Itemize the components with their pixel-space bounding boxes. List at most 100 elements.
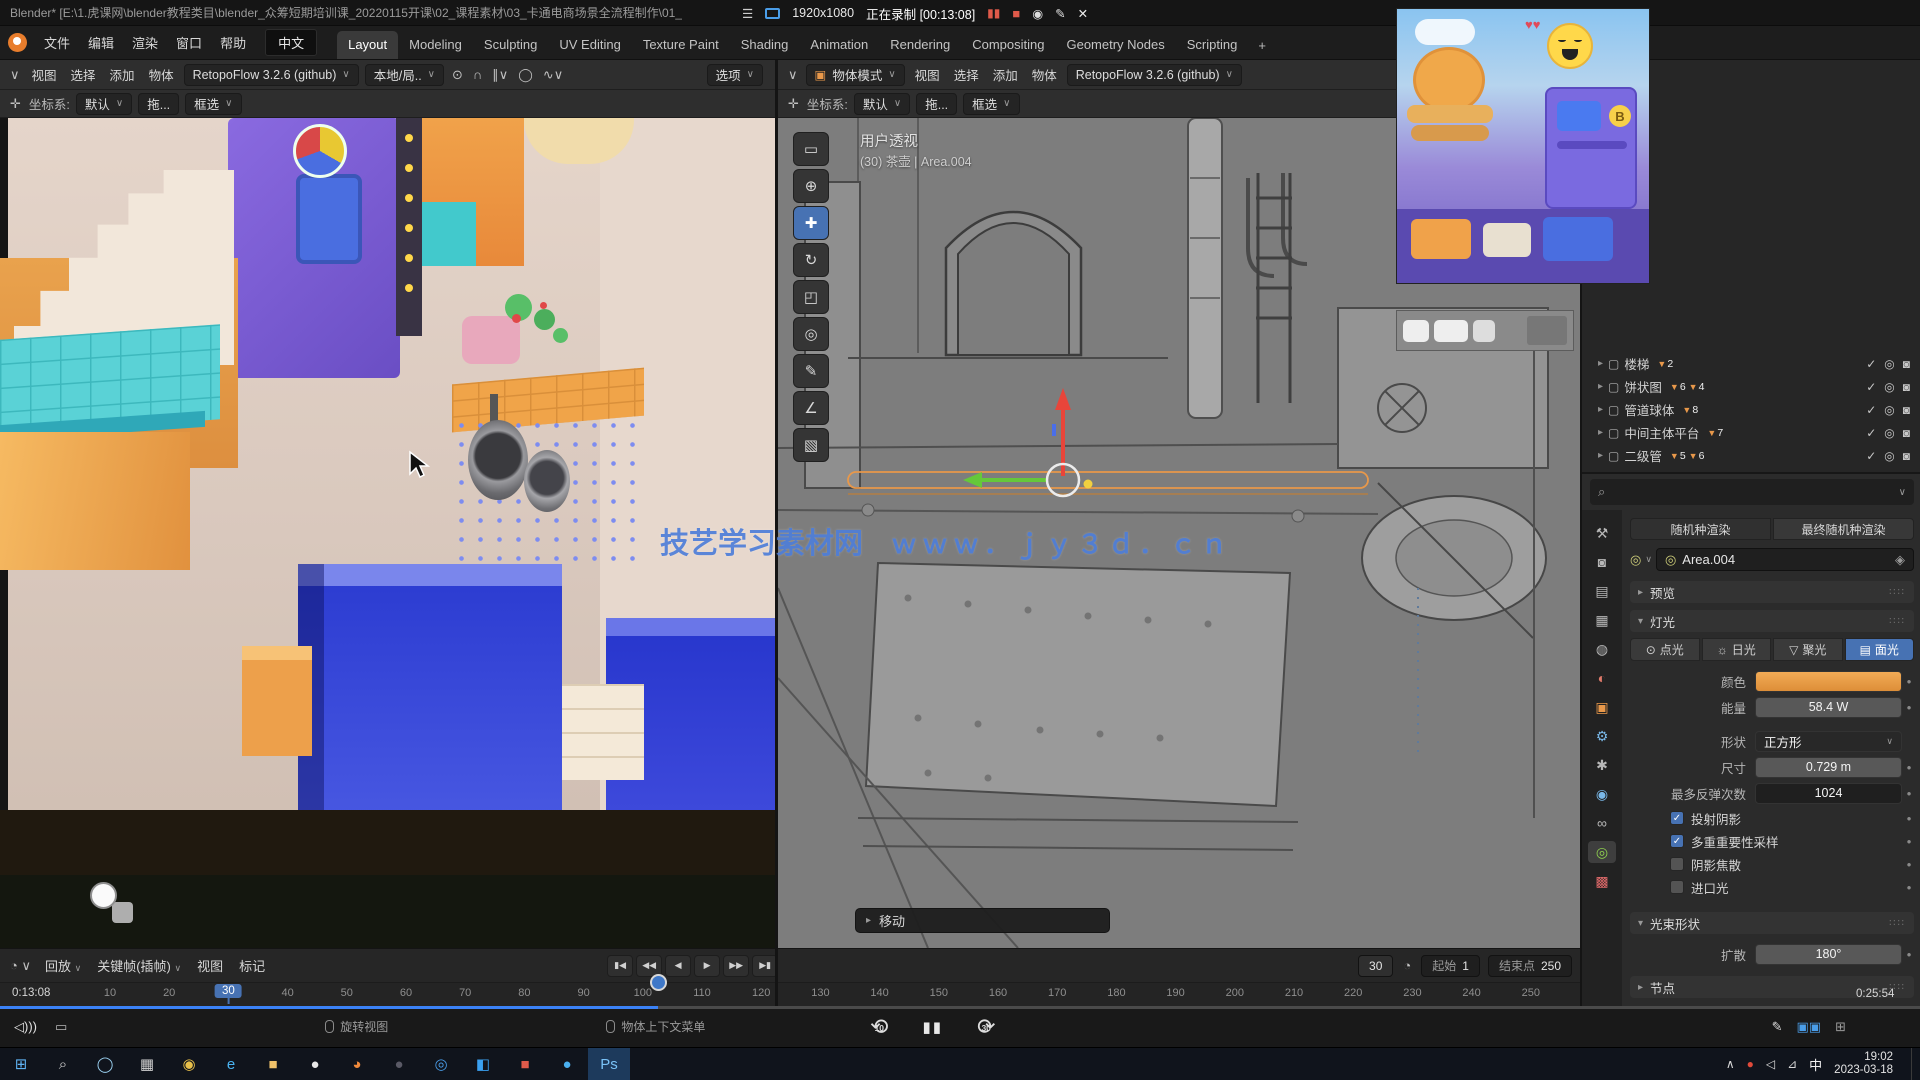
- ruler-tick[interactable]: 60: [400, 987, 412, 999]
- light-data-tab[interactable]: ◎: [1588, 841, 1616, 863]
- ime-indicator[interactable]: 中: [1809, 1055, 1822, 1074]
- eye-icon[interactable]: ◎: [1884, 403, 1894, 417]
- checkbox-icon[interactable]: ✓: [1866, 380, 1876, 394]
- play-button[interactable]: ▶: [694, 955, 720, 977]
- pause-recording-icon[interactable]: ▮▮: [987, 6, 1000, 20]
- tab-uv-editing[interactable]: UV Editing: [548, 31, 631, 59]
- add-menu[interactable]: 添加: [989, 65, 1022, 84]
- ruler-tick[interactable]: 150: [930, 987, 948, 999]
- outliner-item-label[interactable]: 中间主体平台: [1624, 423, 1699, 442]
- size-field[interactable]: 0.729 m: [1755, 757, 1902, 778]
- expand-icon[interactable]: ▸: [1598, 381, 1603, 392]
- eye-icon[interactable]: ◎: [1884, 380, 1894, 394]
- properties-search[interactable]: ⌕ ∨: [1590, 479, 1914, 505]
- ruler-tick[interactable]: 240: [1462, 987, 1480, 999]
- view-menu[interactable]: 视图: [28, 65, 61, 84]
- view-layer-tab[interactable]: ▦: [1588, 609, 1616, 631]
- ruler-tick[interactable]: 20: [163, 987, 175, 999]
- ruler-tick[interactable]: 130: [811, 987, 829, 999]
- comment-icon[interactable]: ▭: [55, 1019, 67, 1035]
- camera-icon[interactable]: ◙: [1903, 357, 1910, 371]
- ruler-tick[interactable]: 40: [281, 987, 293, 999]
- outliner-row[interactable]: ▸▢ 中间主体平台 ▼7 ✓◎◙: [1582, 421, 1920, 444]
- light-icon[interactable]: ◎: [1630, 552, 1641, 568]
- tab-animation[interactable]: Animation: [799, 31, 879, 59]
- final-seed-render-button[interactable]: 最终随机种渲染: [1773, 518, 1914, 540]
- tab-texture-paint[interactable]: Texture Paint: [632, 31, 730, 59]
- language-button[interactable]: 中文: [265, 29, 317, 56]
- move-tool[interactable]: ✚: [793, 206, 829, 240]
- browser-icon[interactable]: ◎: [420, 1048, 462, 1080]
- ruler-tick[interactable]: 210: [1285, 987, 1303, 999]
- stop-recording-icon[interactable]: ■: [1012, 6, 1020, 21]
- eye-icon[interactable]: ◎: [1884, 426, 1894, 440]
- ruler-tick[interactable]: 30: [215, 984, 242, 998]
- frame-end-field[interactable]: 结束点250: [1488, 955, 1572, 977]
- ruler-tick[interactable]: 170: [1048, 987, 1066, 999]
- area-light-button[interactable]: ▤面光: [1845, 638, 1915, 661]
- outliner-item-label[interactable]: 楼梯: [1624, 354, 1649, 373]
- texture-tab[interactable]: ▩: [1588, 870, 1616, 892]
- ruler-tick[interactable]: 140: [870, 987, 888, 999]
- blender-logo-icon[interactable]: [8, 33, 27, 52]
- shadow-caustics-checkbox[interactable]: ✓阴影焦散•: [1670, 853, 1916, 875]
- menu-help[interactable]: 帮助: [211, 30, 255, 55]
- ruler-tick[interactable]: 90: [577, 987, 589, 999]
- physics-tab[interactable]: ◉: [1588, 783, 1616, 805]
- tim-icon[interactable]: ●: [546, 1048, 588, 1080]
- portal-checkbox[interactable]: ✓进口光•: [1670, 876, 1916, 898]
- drag-dropdown[interactable]: 拖...: [916, 93, 957, 115]
- volume-icon[interactable]: ◁: [1766, 1057, 1775, 1071]
- ruler-tick[interactable]: 10: [104, 987, 116, 999]
- add-menu[interactable]: 添加: [106, 65, 139, 84]
- skip-forward-button[interactable]: ⟳30: [977, 1014, 995, 1040]
- camera-icon[interactable]: ◙: [1903, 403, 1910, 417]
- video-progress-track[interactable]: [0, 1006, 1920, 1009]
- current-frame-field[interactable]: 30: [1358, 955, 1393, 977]
- select-menu[interactable]: 选择: [67, 65, 100, 84]
- menu-render[interactable]: 渲染: [123, 30, 167, 55]
- obs-icon[interactable]: ●: [378, 1048, 420, 1080]
- pause-button[interactable]: ▮▮: [922, 1018, 943, 1036]
- ruler-tick[interactable]: 80: [518, 987, 530, 999]
- expand-icon[interactable]: ▸: [1598, 404, 1603, 415]
- magnet-icon[interactable]: ∩: [471, 67, 484, 82]
- blender-icon[interactable]: ◕: [336, 1048, 378, 1080]
- orientation-dropdown[interactable]: 本地/局..∨: [365, 64, 444, 86]
- modifier-tab[interactable]: ⚙: [1588, 725, 1616, 747]
- falloff-icon[interactable]: ∿∨: [541, 67, 565, 83]
- expand-icon[interactable]: ▸: [1598, 358, 1603, 369]
- outliner-row[interactable]: ▸▢ 楼梯 ▼2 ✓◎◙: [1582, 352, 1920, 375]
- ruler-tick[interactable]: 100: [634, 987, 652, 999]
- view-menu[interactable]: 视图: [193, 956, 227, 975]
- menu-edit[interactable]: 编辑: [79, 30, 123, 55]
- retopoflow-dropdown[interactable]: RetopoFlow 3.2.6 (github)∨: [1067, 64, 1242, 86]
- close-recorder-icon[interactable]: ✕: [1078, 6, 1088, 21]
- pencil-icon[interactable]: ✎: [1055, 6, 1065, 21]
- operator-panel[interactable]: ▸移动: [855, 908, 1110, 933]
- retopoflow-dropdown[interactable]: RetopoFlow 3.2.6 (github)∨: [184, 64, 359, 86]
- jump-start-button[interactable]: ▮◀: [607, 955, 633, 977]
- section-beam-shape[interactable]: ▾光束形状∷∷: [1630, 912, 1914, 934]
- outliner-row[interactable]: ▸▢ 二级管 ▼5▼6 ✓◎◙: [1582, 444, 1920, 467]
- next-keyframe-button[interactable]: ▶▶: [723, 955, 749, 977]
- seed-render-button[interactable]: 随机种渲染: [1630, 518, 1771, 540]
- constraints-tab[interactable]: ∞: [1588, 812, 1616, 834]
- coord-default-dropdown[interactable]: 默认∨: [854, 93, 910, 115]
- edge-icon[interactable]: e: [210, 1048, 252, 1080]
- scale-tool[interactable]: ◰: [793, 280, 829, 314]
- output-tab[interactable]: ▤: [1588, 580, 1616, 602]
- eye-icon[interactable]: ◎: [1884, 449, 1894, 463]
- section-preview[interactable]: ▸预览∷∷: [1630, 581, 1914, 603]
- checkbox-icon[interactable]: ✓: [1866, 426, 1876, 440]
- drag-dropdown[interactable]: 拖...: [138, 93, 179, 115]
- view-menu[interactable]: 视图: [911, 65, 944, 84]
- ruler-tick[interactable]: 190: [1166, 987, 1184, 999]
- spread-field[interactable]: 180°: [1755, 944, 1902, 965]
- play-reverse-button[interactable]: ◀: [665, 955, 691, 977]
- add-cube-tool[interactable]: ▧: [793, 428, 829, 462]
- rotate-tool[interactable]: ↻: [793, 243, 829, 277]
- speaker-icon[interactable]: ◁))): [14, 1019, 37, 1035]
- start-button[interactable]: ⊞: [0, 1048, 42, 1080]
- animate-dot[interactable]: •: [1902, 947, 1916, 962]
